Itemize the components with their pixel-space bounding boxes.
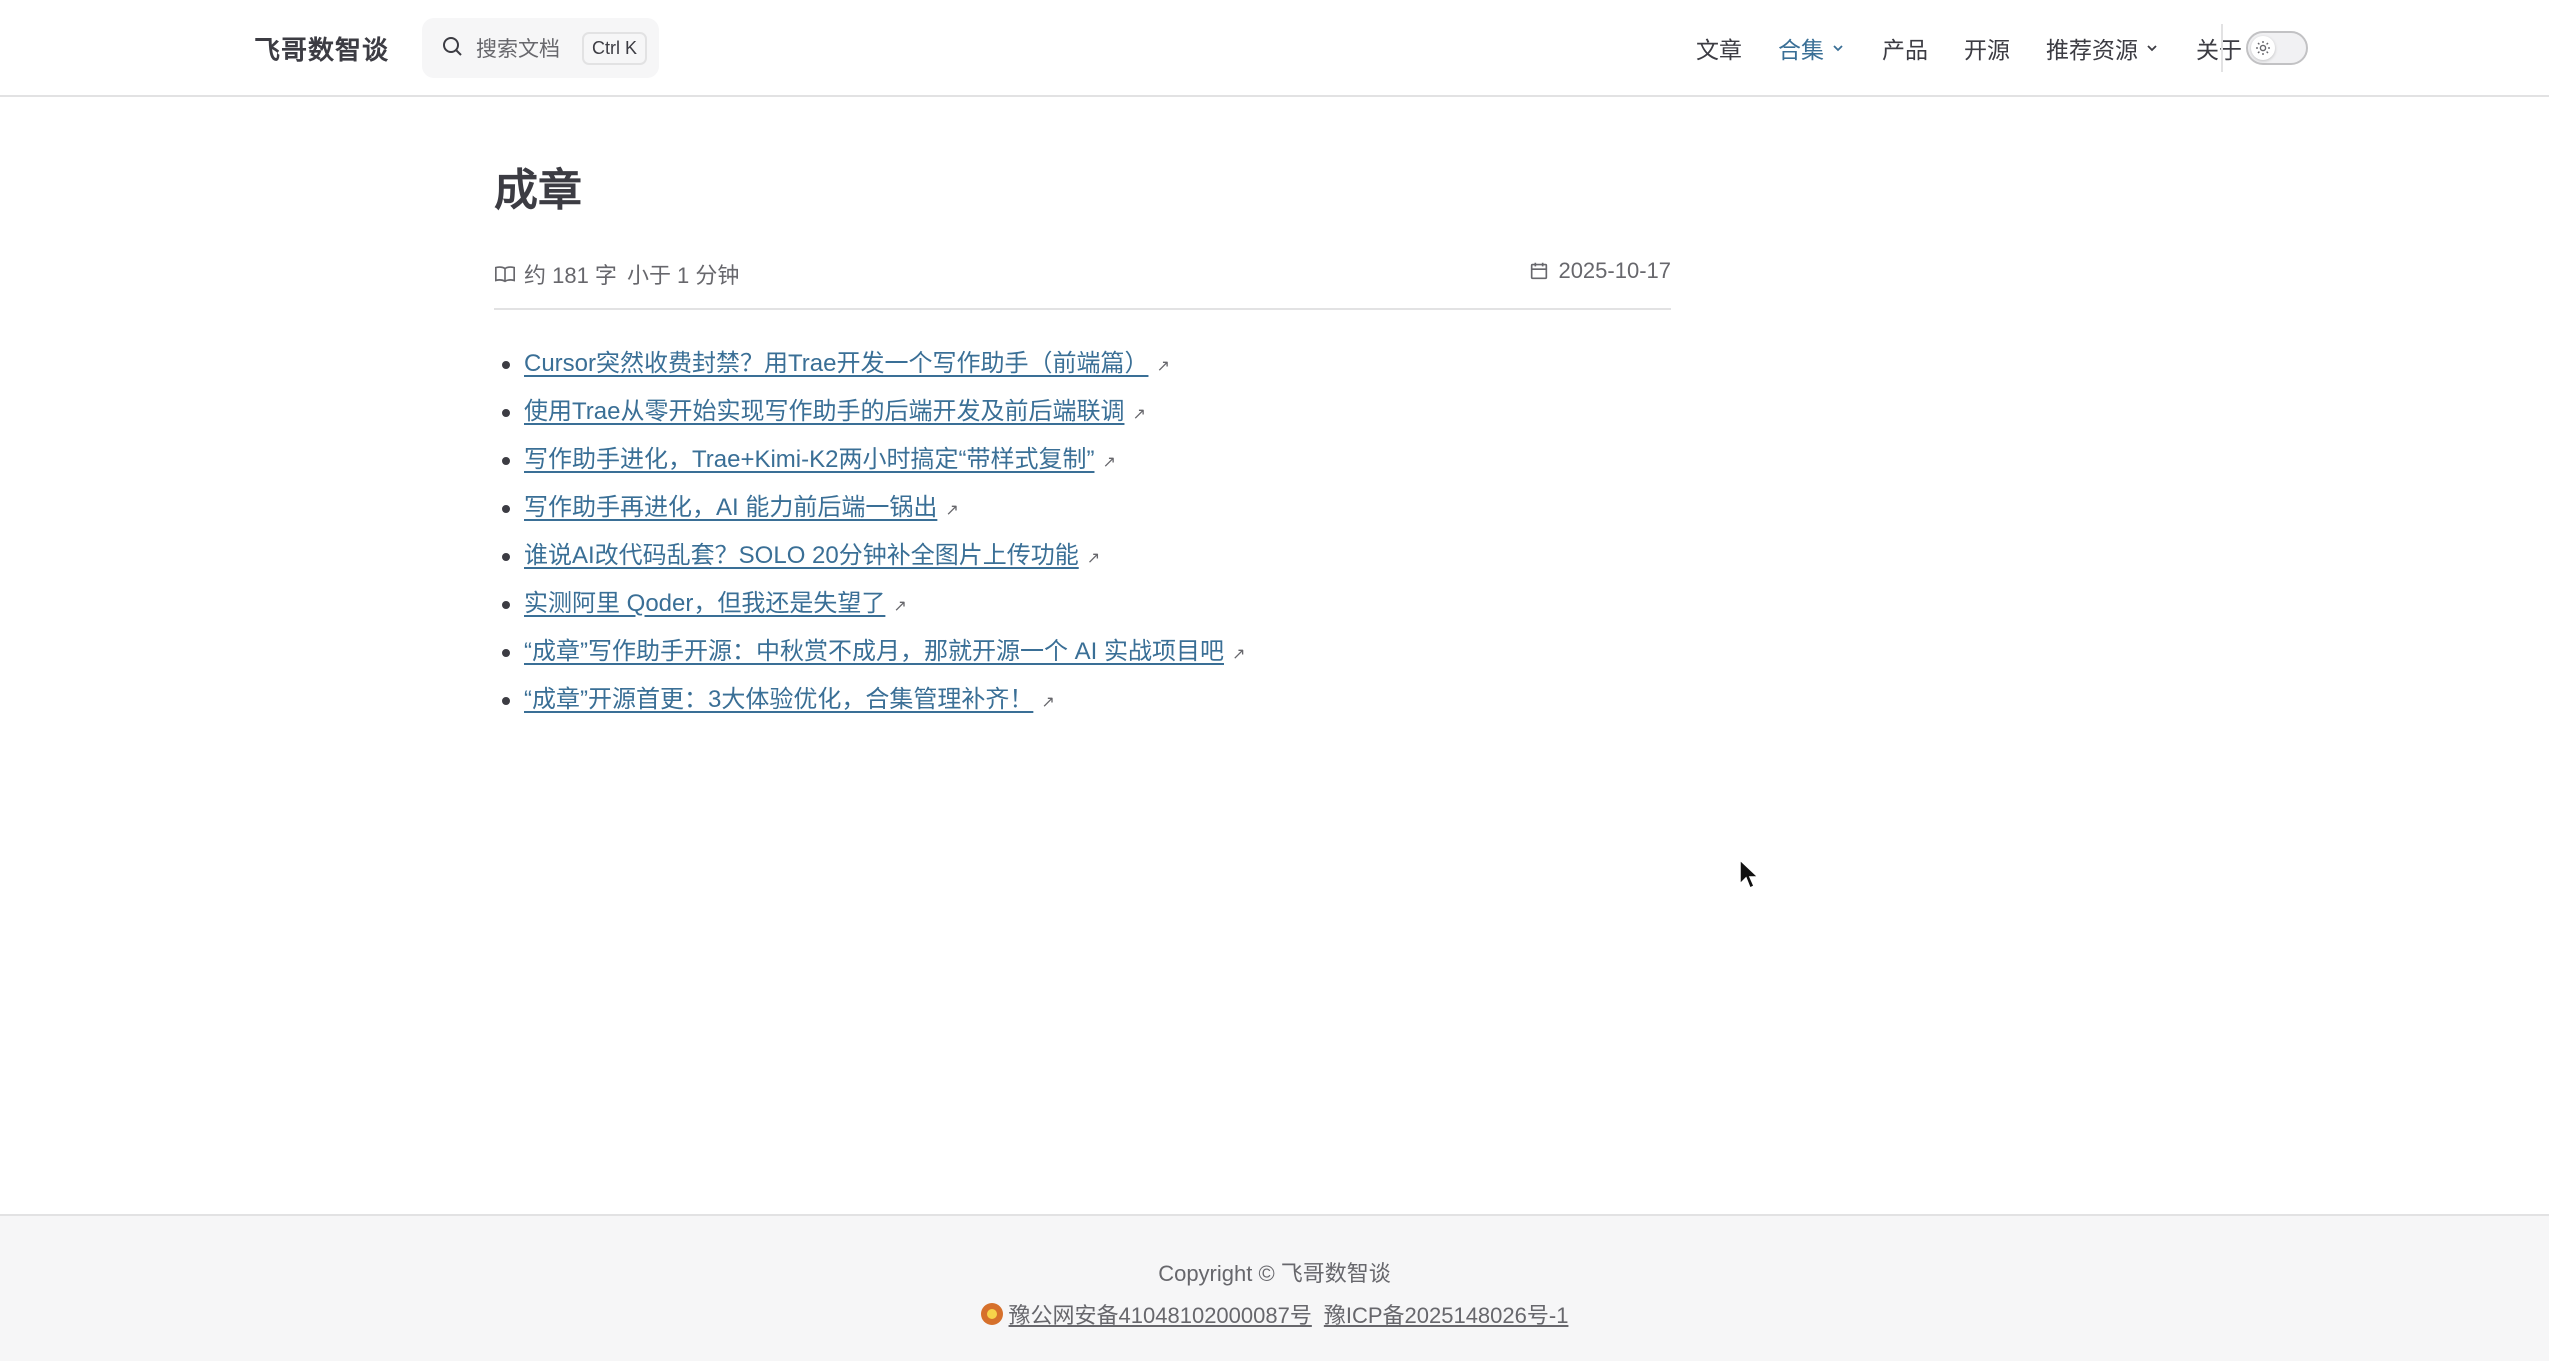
nav-item-resources[interactable]: 推荐资源 — [2046, 31, 2160, 65]
reading-info: 约 181 字 小于 1 分钟 — [494, 258, 739, 290]
word-count: 约 181 字 — [524, 262, 617, 288]
publish-date: 2025-10-17 — [1558, 257, 1671, 283]
list-item: 谁说AI改代码乱套？SOLO 20分钟补全图片上传功能 ↗ — [494, 532, 1671, 580]
list-item: 写作助手再进化，AI 能力前后端一锅出 ↗ — [494, 484, 1671, 532]
external-link-icon: ↗ — [1102, 453, 1116, 471]
nav-item-label: 文章 — [1696, 37, 1742, 63]
list-item: “成章”写作助手开源：中秋赏不成月，那就开源一个 AI 实战项目吧 ↗ — [494, 628, 1671, 676]
search-icon — [440, 34, 464, 63]
nav-item-label: 产品 — [1882, 37, 1928, 63]
nav-item-articles[interactable]: 文章 — [1696, 31, 1742, 65]
nav-item-products[interactable]: 产品 — [1882, 31, 1928, 65]
article-link[interactable]: 写作助手进化，Trae+Kimi-K2两小时搞定“带样式复制” — [524, 446, 1094, 473]
search-placeholder: 搜索文档 — [476, 38, 560, 61]
date-info: 2025-10-17 — [1528, 258, 1671, 284]
book-icon — [495, 265, 515, 282]
list-item: 使用Trae从零开始实现写作助手的后端开发及前后端联调 ↗ — [494, 388, 1671, 436]
nav-item-collections[interactable]: 合集 — [1778, 31, 1846, 65]
external-link-icon: ↗ — [1086, 549, 1101, 567]
page-title: 成章 — [494, 166, 582, 215]
article-link[interactable]: 使用Trae从零开始实现写作助手的后端开发及前后端联调 — [524, 398, 1124, 425]
site-footer: Copyright © 飞哥数智谈 豫公网安备41048102000087号 豫… — [0, 1214, 2549, 1361]
external-link-icon: ↗ — [1132, 405, 1146, 423]
list-item: “成章”开源首更：3大体验优化，合集管理补齐！ ↗ — [494, 676, 1671, 724]
nav-item-label: 推荐资源 — [2046, 37, 2138, 63]
toggle-knob — [2251, 36, 2275, 60]
article-link[interactable]: 写作助手再进化，AI 能力前后端一锅出 — [524, 494, 937, 521]
doc-content: 成章 约 181 字 小于 1 分钟 2025-10-17 Cursor突然收费… — [494, 160, 1671, 724]
article-link-list: Cursor突然收费封禁？用Trae开发一个写作助手（前端篇） ↗ 使用Trae从… — [494, 340, 1671, 724]
nav-item-label: 合集 — [1778, 37, 1824, 63]
chevron-down-icon — [2147, 45, 2157, 52]
article-link[interactable]: “成章”写作助手开源：中秋赏不成月，那就开源一个 AI 实战项目吧 — [524, 638, 1224, 665]
article-link[interactable]: “成章”开源首更：3大体验优化，合集管理补齐！ — [524, 686, 1033, 713]
copyright-text: Copyright © 飞哥数智谈 — [1158, 1261, 1391, 1286]
article-link[interactable]: 实测阿里 Qoder，但我还是失望了 — [524, 590, 885, 617]
search-button[interactable]: 搜索文档 Ctrl K — [422, 18, 659, 78]
external-link-icon: ↗ — [893, 597, 907, 615]
doc-meta: 约 181 字 小于 1 分钟 2025-10-17 — [494, 254, 1671, 310]
police-record-link[interactable]: 豫公网安备41048102000087号 — [1009, 1298, 1312, 1330]
site-brand[interactable]: 飞哥数智谈 — [254, 30, 389, 67]
read-time: 小于 1 分钟 — [626, 262, 740, 288]
nav-item-about[interactable]: 关于 — [2196, 31, 2242, 65]
calendar-icon — [1531, 262, 1548, 279]
external-link-icon: ↗ — [1156, 357, 1170, 375]
record-links: 豫公网安备41048102000087号 豫ICP备2025148026号-1 — [0, 1298, 2549, 1330]
nav-item-opensource[interactable]: 开源 — [1964, 31, 2010, 65]
external-link-icon: ↗ — [1041, 693, 1055, 711]
sun-icon — [2256, 41, 2270, 55]
external-link-icon: ↗ — [1232, 645, 1246, 663]
list-item: Cursor突然收费封禁？用Trae开发一个写作助手（前端篇） ↗ — [494, 340, 1671, 388]
article-link[interactable]: 谁说AI改代码乱套？SOLO 20分钟补全图片上传功能 — [524, 542, 1079, 569]
theme-toggle[interactable] — [2246, 31, 2308, 65]
nav-item-label: 关于 — [2196, 37, 2242, 63]
chevron-down-icon — [1833, 45, 1843, 52]
external-link-icon: ↗ — [945, 501, 959, 519]
police-badge-icon — [980, 1303, 1003, 1325]
top-navbar: 飞哥数智谈 搜索文档 Ctrl K 文章 合集 产品 开源 推荐资源 关于 — [0, 0, 2549, 97]
icp-record-link[interactable]: 豫ICP备2025148026号-1 — [1324, 1298, 1569, 1330]
mouse-cursor-icon — [1738, 858, 1760, 895]
article-link[interactable]: Cursor突然收费封禁？用Trae开发一个写作助手（前端篇） — [524, 350, 1148, 377]
main-nav: 文章 合集 产品 开源 推荐资源 关于 — [1696, 30, 2278, 66]
list-item: 写作助手进化，Trae+Kimi-K2两小时搞定“带样式复制” ↗ — [494, 436, 1671, 484]
nav-divider — [2221, 24, 2223, 72]
nav-item-label: 开源 — [1964, 37, 2010, 63]
list-item: 实测阿里 Qoder，但我还是失望了 ↗ — [494, 580, 1671, 628]
search-shortcut-badge: Ctrl K — [582, 31, 647, 65]
